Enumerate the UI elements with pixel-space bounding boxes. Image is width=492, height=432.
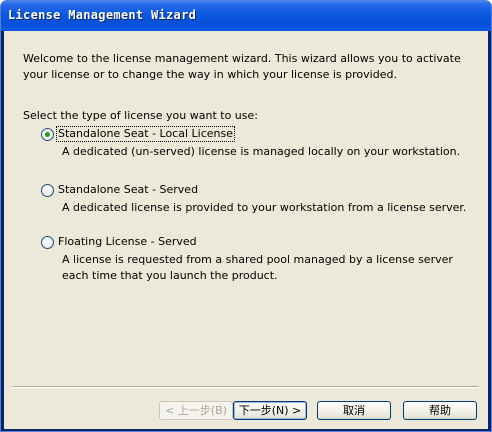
option-desc-standalone-served: A dedicated license is provided to your … bbox=[62, 201, 467, 214]
footer-separator bbox=[13, 386, 479, 388]
select-prompt: Select the type of license you want to u… bbox=[23, 109, 258, 122]
option-desc-floating-served: A license is requested from a shared poo… bbox=[62, 253, 453, 282]
radio-standalone-served[interactable] bbox=[41, 184, 54, 197]
radio-floating-served[interactable] bbox=[41, 236, 54, 249]
window-title: License Management Wizard bbox=[8, 8, 197, 22]
option-label-standalone-served[interactable]: Standalone Seat - Served bbox=[57, 183, 199, 197]
title-bar[interactable]: License Management Wizard bbox=[1, 1, 491, 31]
wizard-body: Welcome to the license management wizard… bbox=[4, 31, 488, 429]
back-button[interactable]: < 上一步(B) bbox=[159, 401, 233, 420]
help-button[interactable]: 帮助 bbox=[403, 401, 477, 420]
option-label-standalone-local[interactable]: Standalone Seat - Local License bbox=[56, 126, 235, 142]
radio-standalone-local[interactable] bbox=[41, 128, 54, 141]
wizard-window: License Management Wizard Welcome to the… bbox=[0, 0, 492, 432]
option-desc-standalone-local: A dedicated (un-served) license is manag… bbox=[62, 145, 461, 158]
next-button[interactable]: 下一步(N) > bbox=[233, 401, 307, 420]
option-label-floating-served[interactable]: Floating License - Served bbox=[57, 235, 198, 249]
welcome-text: Welcome to the license management wizard… bbox=[23, 52, 461, 81]
radio-selected-dot bbox=[45, 132, 50, 137]
cancel-button[interactable]: 取消 bbox=[317, 401, 391, 420]
